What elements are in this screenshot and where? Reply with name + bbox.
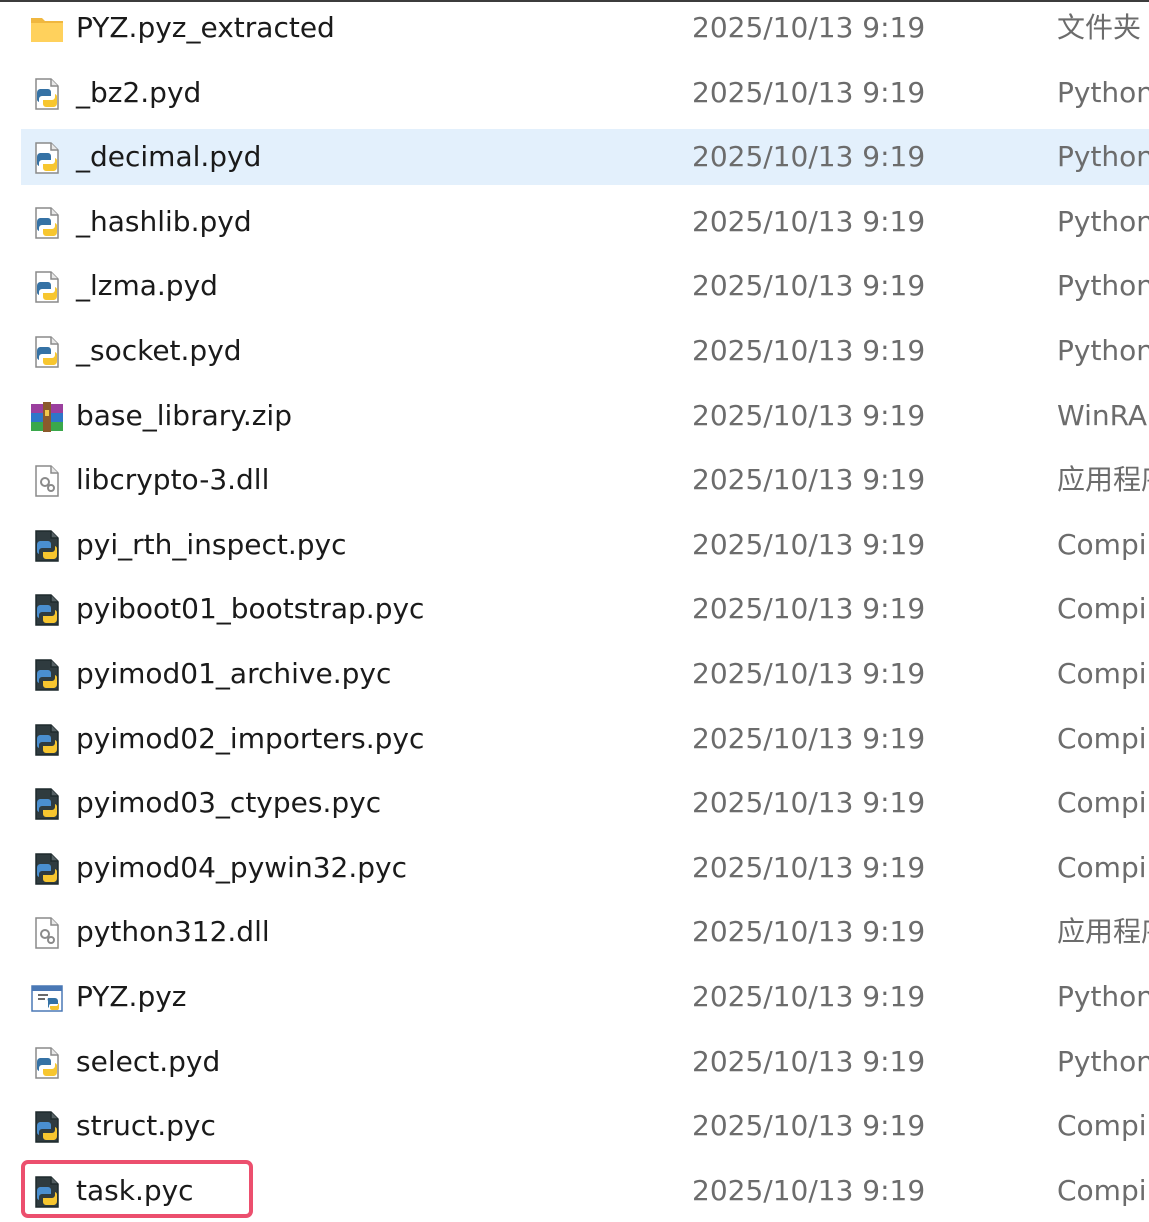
- file-name[interactable]: python312.dll: [76, 904, 270, 960]
- file-row[interactable]: _decimal.pyd 2025/10/13 9:19 Python: [21, 129, 1149, 186]
- file-type: Compiled: [1057, 1173, 1149, 1207]
- file-row[interactable]: pyimod02_importers.pyc 2025/10/13 9:19 Com…: [21, 711, 1149, 767]
- file-modified-date: 2025/10/13 9:19: [692, 527, 926, 561]
- file-type: 应用程序扩展: [1057, 463, 1149, 497]
- file-type: 应用程序扩展: [1057, 915, 1149, 949]
- compiled-python-icon: [30, 787, 64, 821]
- python-file-icon: [30, 335, 64, 369]
- file-modified-date: 2025/10/13 9:19: [692, 1044, 926, 1078]
- dll-file-icon: [30, 916, 64, 950]
- compiled-python-icon: [30, 593, 64, 627]
- file-name[interactable]: _bz2.pyd: [76, 65, 201, 121]
- file-name[interactable]: _hashlib.pyd: [76, 194, 252, 250]
- file-type: Compiled: [1057, 592, 1149, 626]
- file-modified-date: 2025/10/13 9:19: [692, 334, 926, 367]
- compiled-python-icon: [30, 723, 64, 757]
- file-type: Python: [1057, 980, 1149, 1013]
- file-modified-date: 2025/10/13 9:19: [692, 140, 926, 174]
- file-type: Compiled: [1057, 657, 1149, 690]
- file-type: Compiled: [1057, 1109, 1149, 1143]
- dll-file-icon: [30, 464, 64, 498]
- file-name[interactable]: pyimod03_ctypes.pyc: [76, 775, 381, 831]
- python-window-icon: [30, 981, 64, 1015]
- file-row[interactable]: struct.pyc 2025/10/13 9:19 Compiled: [21, 1098, 1149, 1154]
- file-name[interactable]: _decimal.pyd: [76, 129, 261, 185]
- winrar-archive-icon: [30, 400, 64, 434]
- python-file-icon: [30, 141, 64, 175]
- file-modified-date: 2025/10/13 9:19: [692, 786, 926, 820]
- file-type: Python: [1057, 334, 1149, 367]
- file-modified-date: 2025/10/13 9:19: [692, 1109, 926, 1143]
- file-row[interactable]: libcrypto-3.dll 2025/10/13 9:19 应用程序扩展: [21, 452, 1149, 508]
- file-row[interactable]: pyimod03_ctypes.pyc 2025/10/13 9:19 Compil…: [21, 775, 1149, 831]
- file-row[interactable]: _lzma.pyd 2025/10/13 9:19 Python: [21, 258, 1149, 314]
- file-type: Python: [1057, 140, 1149, 174]
- file-modified-date: 2025/10/13 9:19: [692, 721, 926, 755]
- compiled-python-icon: [30, 658, 64, 692]
- file-name[interactable]: pyimod02_importers.pyc: [76, 711, 424, 767]
- file-modified-date: 2025/10/13 9:19: [692, 75, 926, 109]
- file-name[interactable]: select.pyd: [76, 1034, 220, 1090]
- file-row[interactable]: task.pyc 2025/10/13 9:19 Compiled: [21, 1163, 1149, 1219]
- file-type: Python: [1057, 204, 1149, 238]
- file-modified-date: 2025/10/13 9:19: [692, 463, 926, 497]
- file-name[interactable]: PYZ.pyz: [76, 969, 187, 1025]
- file-modified-date: 2025/10/13 9:19: [692, 269, 926, 303]
- file-type: 文件夹: [1057, 11, 1142, 44]
- python-file-icon: [30, 77, 64, 111]
- file-row[interactable]: pyiboot01_bootstrap.pyc 2025/10/13 9:19 Co…: [21, 581, 1149, 637]
- file-row[interactable]: pyimod04_pywin32.pyc 2025/10/13 9:19 Compi…: [21, 840, 1149, 896]
- compiled-python-icon: [30, 1110, 64, 1144]
- file-modified-date: 2025/10/13 9:19: [692, 657, 926, 690]
- file-modified-date: 2025/10/13 9:19: [692, 592, 926, 626]
- file-name[interactable]: struct.pyc: [76, 1098, 216, 1154]
- file-type: Python: [1057, 1044, 1149, 1078]
- file-modified-date: 2025/10/13 9:19: [692, 850, 926, 884]
- compiled-python-icon: [30, 1175, 64, 1209]
- file-name[interactable]: pyimod01_archive.pyc: [76, 646, 391, 702]
- file-type: Python: [1057, 75, 1149, 109]
- file-modified-date: 2025/10/13 9:19: [692, 980, 926, 1013]
- file-type: Compiled: [1057, 850, 1149, 884]
- python-file-icon: [30, 206, 64, 240]
- file-modified-date: 2025/10/13 9:19: [692, 204, 926, 238]
- file-modified-date: 2025/10/13 9:19: [692, 1173, 926, 1207]
- file-type: Compiled: [1057, 721, 1149, 755]
- file-row[interactable]: pyimod01_archive.pyc 2025/10/13 9:19 Compi…: [21, 646, 1149, 702]
- file-name[interactable]: libcrypto-3.dll: [76, 452, 269, 508]
- folder-icon: [30, 12, 64, 46]
- python-file-icon: [30, 1046, 64, 1080]
- file-modified-date: 2025/10/13 9:19: [692, 915, 926, 949]
- file-row[interactable]: _bz2.pyd 2025/10/13 9:19 Python: [21, 65, 1149, 121]
- file-row[interactable]: _hashlib.pyd 2025/10/13 9:19 Python: [21, 194, 1149, 250]
- file-name[interactable]: _lzma.pyd: [76, 258, 218, 314]
- file-name[interactable]: task.pyc: [76, 1163, 194, 1219]
- file-row[interactable]: pyi_rth_inspect.pyc 2025/10/13 9:19 Compil…: [21, 517, 1149, 573]
- file-name[interactable]: pyimod04_pywin32.pyc: [76, 840, 407, 896]
- file-type: Python: [1057, 269, 1149, 303]
- file-modified-date: 2025/10/13 9:19: [692, 398, 926, 432]
- compiled-python-icon: [30, 529, 64, 563]
- compiled-python-icon: [30, 852, 64, 886]
- file-row[interactable]: select.pyd 2025/10/13 9:19 Python: [21, 1034, 1149, 1090]
- file-name[interactable]: pyiboot01_bootstrap.pyc: [76, 581, 424, 637]
- file-row[interactable]: PYZ.pyz 2025/10/13 9:19 Python: [21, 969, 1149, 1025]
- file-type: WinRAR: [1057, 398, 1149, 432]
- file-row[interactable]: base_library.zip 2025/10/13 9:19 WinRAR: [21, 388, 1149, 444]
- file-row[interactable]: _socket.pyd 2025/10/13 9:19 Python: [21, 323, 1149, 379]
- file-row[interactable]: python312.dll 2025/10/13 9:19 应用程序扩展: [21, 904, 1149, 960]
- file-modified-date: 2025/10/13 9:19: [692, 11, 926, 44]
- file-name[interactable]: PYZ.pyz_extracted: [76, 0, 335, 56]
- file-type: Compiled: [1057, 527, 1149, 561]
- file-name[interactable]: _socket.pyd: [76, 323, 242, 379]
- file-name[interactable]: base_library.zip: [76, 388, 292, 444]
- python-file-icon: [30, 270, 64, 304]
- file-name[interactable]: pyi_rth_inspect.pyc: [76, 517, 346, 573]
- file-type: Compiled: [1057, 786, 1149, 820]
- file-row[interactable]: PYZ.pyz_extracted 2025/10/13 9:19 文件夹: [21, 0, 1149, 56]
